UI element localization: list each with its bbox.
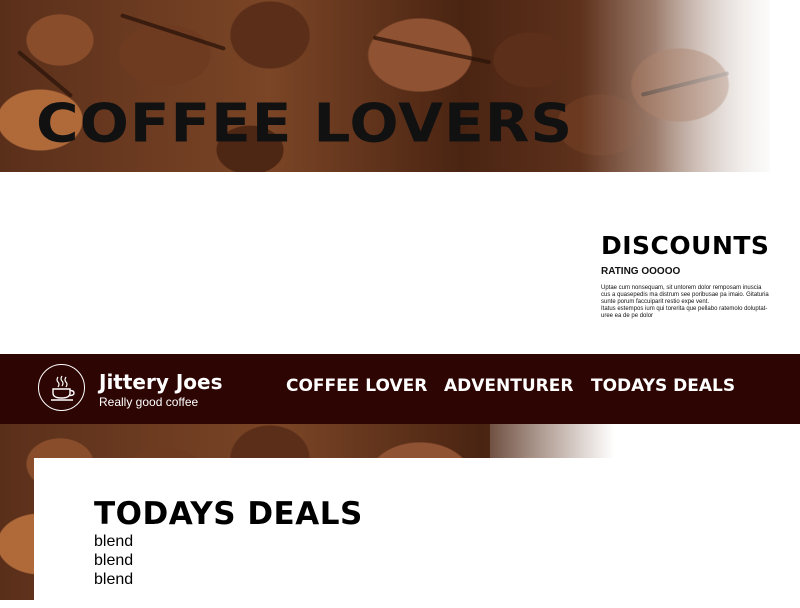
main-navbar: Jittery Joes Really good coffee COFFEE L… bbox=[0, 354, 800, 424]
rating-text: RATING OOOOO bbox=[601, 265, 681, 277]
hero-fade-overlay bbox=[580, 0, 770, 172]
description-line: Uptae cum nonsequam, sit untorem dolor r… bbox=[601, 284, 762, 291]
description-line: sunte porum faccuiparit restio expe vent… bbox=[601, 298, 710, 305]
brand-logo[interactable] bbox=[38, 364, 85, 411]
hero-banner: COFFEE LOVERS bbox=[0, 0, 770, 172]
discounts-title: DISCOUNTS bbox=[601, 231, 770, 260]
discounts-description: Uptae cum nonsequam, sit untorem dolor r… bbox=[601, 285, 773, 320]
deal-item[interactable]: blend bbox=[94, 532, 133, 551]
nav-todays-deals[interactable]: TODAYS DEALS bbox=[591, 378, 735, 395]
description-line: cus a quasepedis ma distrum see poribusa… bbox=[601, 291, 769, 298]
deals-card: TODAYS DEALS blend blend blend bbox=[34, 458, 768, 608]
deal-list: blend blend blend bbox=[94, 532, 133, 589]
deal-item[interactable]: blend bbox=[94, 570, 133, 589]
nav-coffee-lover[interactable]: COFFEE LOVER bbox=[286, 378, 427, 395]
nav-adventurer[interactable]: ADVENTURER bbox=[444, 378, 573, 395]
coffee-cup-icon bbox=[50, 375, 75, 401]
deals-title: TODAYS DEALS bbox=[94, 496, 363, 532]
discounts-panel: DISCOUNTS RATING OOOOO Uptae cum nonsequ… bbox=[601, 231, 773, 320]
description-line: uree ea de pe dolor bbox=[601, 312, 654, 319]
hero-title: COFFEE LOVERS bbox=[36, 91, 574, 155]
brand-tagline: Really good coffee bbox=[99, 395, 199, 409]
description-line: Itatus estempos ium qui torerita que pel… bbox=[601, 305, 768, 312]
deal-item[interactable]: blend bbox=[94, 551, 133, 570]
brand-name[interactable]: Jittery Joes bbox=[99, 372, 223, 392]
